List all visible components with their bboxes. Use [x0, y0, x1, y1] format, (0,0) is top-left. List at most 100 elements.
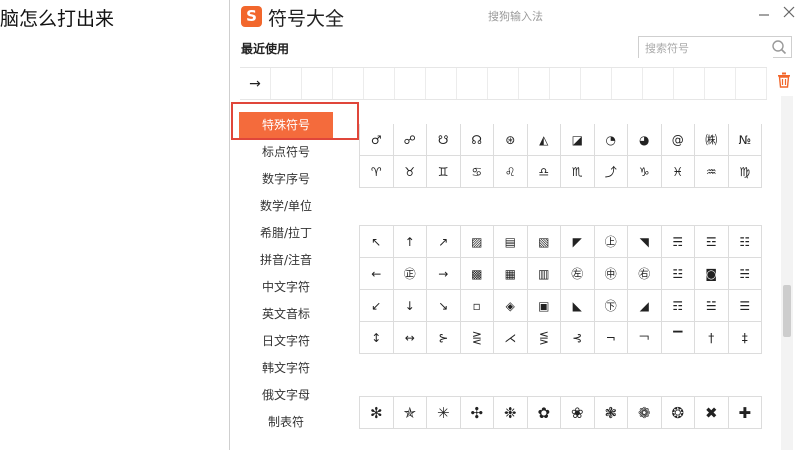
- close-button[interactable]: [780, 4, 798, 22]
- symbol-cell[interactable]: ⋌: [494, 322, 528, 354]
- symbol-cell[interactable]: ▦: [494, 258, 528, 290]
- recent-symbol-cell[interactable]: [705, 68, 736, 99]
- symbol-cell[interactable]: ㊣: [393, 258, 427, 290]
- symbol-cell[interactable]: №: [728, 124, 762, 156]
- symbol-cell[interactable]: ㊨: [628, 258, 662, 290]
- symbol-cell[interactable]: ♒: [695, 156, 729, 188]
- symbol-cell[interactable]: ￢: [628, 322, 662, 354]
- recent-symbol-cell[interactable]: [612, 68, 643, 99]
- symbol-cell[interactable]: ↔: [393, 322, 427, 354]
- symbol-cell[interactable]: ☳: [661, 258, 695, 290]
- category-item[interactable]: 韩文字符: [230, 355, 342, 382]
- recent-symbol-cell[interactable]: [364, 68, 395, 99]
- symbol-cell[interactable]: ☰: [728, 290, 762, 322]
- recent-symbol-cell[interactable]: [395, 68, 426, 99]
- symbol-cell[interactable]: ♎: [527, 156, 561, 188]
- symbol-cell[interactable]: ▧: [527, 226, 561, 258]
- symbol-cell[interactable]: ♑: [628, 156, 662, 188]
- symbol-cell[interactable]: ☶: [661, 290, 695, 322]
- symbol-cell[interactable]: ㊥: [594, 258, 628, 290]
- symbol-cell[interactable]: ↗: [427, 226, 461, 258]
- symbol-cell[interactable]: ❉: [494, 397, 528, 429]
- symbol-cell[interactable]: ㊤: [594, 226, 628, 258]
- search-input[interactable]: [639, 38, 773, 59]
- symbol-cell[interactable]: ◤: [561, 226, 595, 258]
- symbol-cell[interactable]: †: [695, 322, 729, 354]
- category-item[interactable]: 标点符号: [230, 139, 342, 166]
- symbol-cell[interactable]: ⊰: [561, 322, 595, 354]
- symbol-cell[interactable]: ✳: [427, 397, 461, 429]
- recent-symbol-cell[interactable]: [674, 68, 705, 99]
- category-item[interactable]: 数字序号: [230, 166, 342, 193]
- recent-symbol-cell[interactable]: [426, 68, 457, 99]
- symbol-cell[interactable]: ⤴: [594, 156, 628, 188]
- symbol-cell[interactable]: ◕: [628, 124, 662, 156]
- symbol-cell[interactable]: ✚: [728, 397, 762, 429]
- trash-icon[interactable]: [777, 72, 791, 88]
- symbol-cell[interactable]: ↙: [360, 290, 394, 322]
- symbol-cell[interactable]: ◥: [628, 226, 662, 258]
- symbol-cell[interactable]: ↓: [393, 290, 427, 322]
- recent-symbol-cell[interactable]: [333, 68, 364, 99]
- symbol-cell[interactable]: ❀: [561, 397, 595, 429]
- symbol-cell[interactable]: →: [427, 258, 461, 290]
- symbol-cell[interactable]: ✖: [695, 397, 729, 429]
- recent-symbol-cell[interactable]: [581, 68, 612, 99]
- symbol-cell[interactable]: @: [661, 124, 695, 156]
- symbol-cell[interactable]: ☋: [427, 124, 461, 156]
- symbol-cell[interactable]: ☊: [460, 124, 494, 156]
- symbol-cell[interactable]: ㈱: [695, 124, 729, 156]
- symbol-cell[interactable]: ✻: [360, 397, 394, 429]
- symbol-cell[interactable]: ▩: [460, 258, 494, 290]
- symbol-cell[interactable]: ‡: [728, 322, 762, 354]
- symbol-cell[interactable]: ☷: [728, 226, 762, 258]
- symbol-cell[interactable]: ♈: [360, 156, 394, 188]
- scrollbar-track[interactable]: [781, 96, 793, 450]
- symbol-cell[interactable]: ◢: [628, 290, 662, 322]
- symbol-cell[interactable]: ♋: [460, 156, 494, 188]
- category-item[interactable]: 日文字符: [230, 328, 342, 355]
- symbol-cell[interactable]: ☴: [661, 226, 695, 258]
- recent-symbol-cell[interactable]: [550, 68, 581, 99]
- symbol-cell[interactable]: ♉: [393, 156, 427, 188]
- symbol-cell[interactable]: ♂: [360, 124, 394, 156]
- search-icon[interactable]: [771, 39, 787, 55]
- symbol-cell[interactable]: ☱: [695, 290, 729, 322]
- recent-symbol-cell[interactable]: [519, 68, 550, 99]
- category-item[interactable]: 中文字符: [230, 274, 342, 301]
- symbol-cell[interactable]: ♌: [494, 156, 528, 188]
- recent-symbol-cell[interactable]: [457, 68, 488, 99]
- symbol-cell[interactable]: ←: [360, 258, 394, 290]
- symbol-cell[interactable]: ▫: [460, 290, 494, 322]
- symbol-cell[interactable]: ⋛: [460, 322, 494, 354]
- symbol-cell[interactable]: ☵: [728, 258, 762, 290]
- symbol-cell[interactable]: ✯: [393, 397, 427, 429]
- symbol-cell[interactable]: ◈: [494, 290, 528, 322]
- symbol-cell[interactable]: ◔: [594, 124, 628, 156]
- symbol-cell[interactable]: ㊦: [594, 290, 628, 322]
- symbol-cell[interactable]: ↖: [360, 226, 394, 258]
- symbol-cell[interactable]: ㊧: [561, 258, 595, 290]
- symbol-cell[interactable]: ↕: [360, 322, 394, 354]
- category-item[interactable]: 英文音标: [230, 301, 342, 328]
- scrollbar-thumb[interactable]: [783, 285, 791, 337]
- symbol-cell[interactable]: ▤: [494, 226, 528, 258]
- symbol-cell[interactable]: ◙: [695, 258, 729, 290]
- recent-symbol-cell[interactable]: →: [240, 68, 271, 99]
- recent-symbol-cell[interactable]: [736, 68, 767, 99]
- search-box[interactable]: [638, 36, 792, 59]
- symbol-cell[interactable]: ✣: [460, 397, 494, 429]
- symbol-cell[interactable]: ♍: [728, 156, 762, 188]
- symbol-cell[interactable]: ♓: [661, 156, 695, 188]
- symbol-cell[interactable]: ❁: [628, 397, 662, 429]
- symbol-cell[interactable]: ⊱: [427, 322, 461, 354]
- minimize-button[interactable]: [755, 4, 773, 22]
- symbol-cell[interactable]: ↘: [427, 290, 461, 322]
- recent-symbol-cell[interactable]: [488, 68, 519, 99]
- symbol-cell[interactable]: ♏: [561, 156, 595, 188]
- symbol-cell[interactable]: ❂: [661, 397, 695, 429]
- symbol-cell[interactable]: ▣: [527, 290, 561, 322]
- symbol-cell[interactable]: ▥: [527, 258, 561, 290]
- symbol-cell[interactable]: ⊛: [494, 124, 528, 156]
- symbol-cell[interactable]: ♊: [427, 156, 461, 188]
